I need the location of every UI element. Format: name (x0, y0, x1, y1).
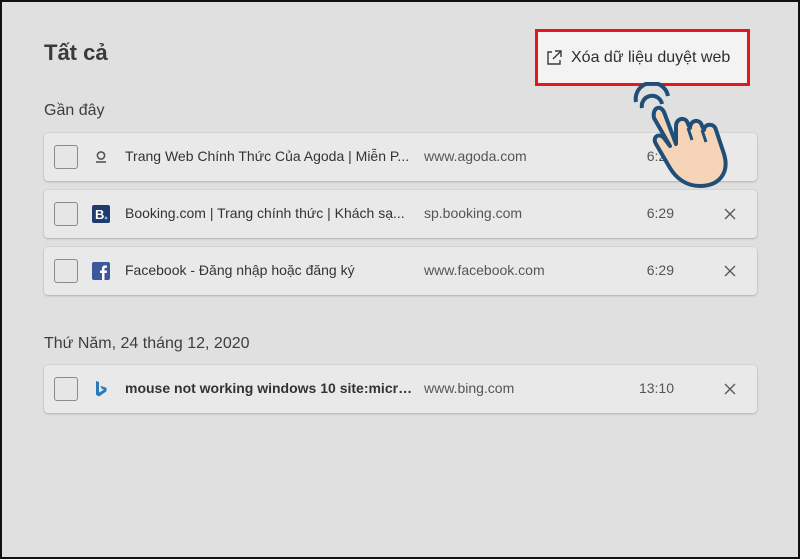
row-domain: www.facebook.com (424, 262, 545, 278)
agoda-icon (91, 147, 111, 167)
row-domain: www.agoda.com (424, 148, 527, 164)
remove-entry-button[interactable] (720, 204, 740, 224)
close-icon (724, 208, 736, 220)
history-row[interactable]: mouse not working windows 10 site:micros… (44, 365, 757, 413)
row-time: 6:29 (646, 205, 674, 221)
row-checkbox[interactable] (54, 202, 78, 226)
row-title[interactable]: mouse not working windows 10 site:micros… (125, 380, 415, 396)
row-checkbox[interactable] (54, 145, 78, 169)
external-link-icon (545, 49, 563, 67)
browser-history-panel: Tất cả Xóa dữ liệu duyệt web Gần đây Tra… (0, 0, 800, 559)
remove-entry-button[interactable] (720, 379, 740, 399)
facebook-icon (91, 261, 111, 281)
row-time: 13:10 (638, 380, 674, 396)
hand-pointer-icon (624, 80, 754, 192)
history-row[interactable]: Facebook - Đăng nhập hoặc đăng ký www.fa… (44, 247, 757, 295)
close-icon (724, 383, 736, 395)
row-title[interactable]: Trang Web Chính Thức Của Agoda | Miễn P.… (125, 148, 415, 164)
svg-text:B: B (95, 207, 104, 222)
bing-icon (91, 379, 111, 399)
booking-icon: B (91, 204, 111, 224)
row-title[interactable]: Facebook - Đăng nhập hoặc đăng ký (125, 262, 415, 278)
page-title: Tất cả (44, 40, 108, 65)
history-list-date: mouse not working windows 10 site:micros… (44, 365, 757, 422)
row-time: 6:29 (646, 262, 674, 278)
section-heading-date: Thứ Năm, 24 tháng 12, 2020 (44, 335, 250, 352)
row-checkbox[interactable] (54, 377, 78, 401)
remove-entry-button[interactable] (720, 261, 740, 281)
clear-browsing-data-button[interactable]: Xóa dữ liệu duyệt web (535, 29, 750, 86)
close-icon (724, 265, 736, 277)
row-domain: sp.booking.com (424, 205, 523, 221)
clear-browsing-data-label: Xóa dữ liệu duyệt web (571, 48, 731, 66)
section-heading-recent: Gần đây (44, 102, 105, 119)
row-checkbox[interactable] (54, 259, 78, 283)
row-domain: www.bing.com (424, 380, 515, 396)
history-row[interactable]: B Booking.com | Trang chính thức | Khách… (44, 190, 757, 238)
row-title[interactable]: Booking.com | Trang chính thức | Khách s… (125, 205, 415, 221)
